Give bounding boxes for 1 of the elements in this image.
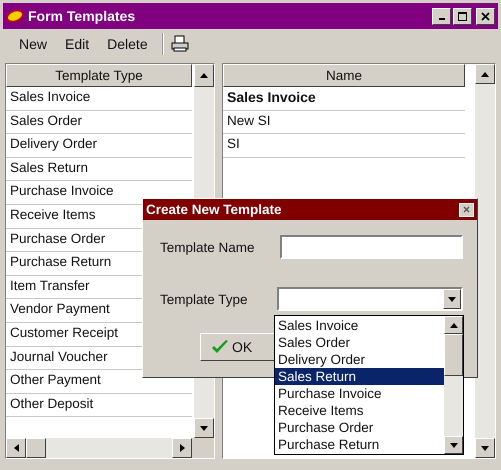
window-title: Form Templates: [28, 8, 136, 24]
